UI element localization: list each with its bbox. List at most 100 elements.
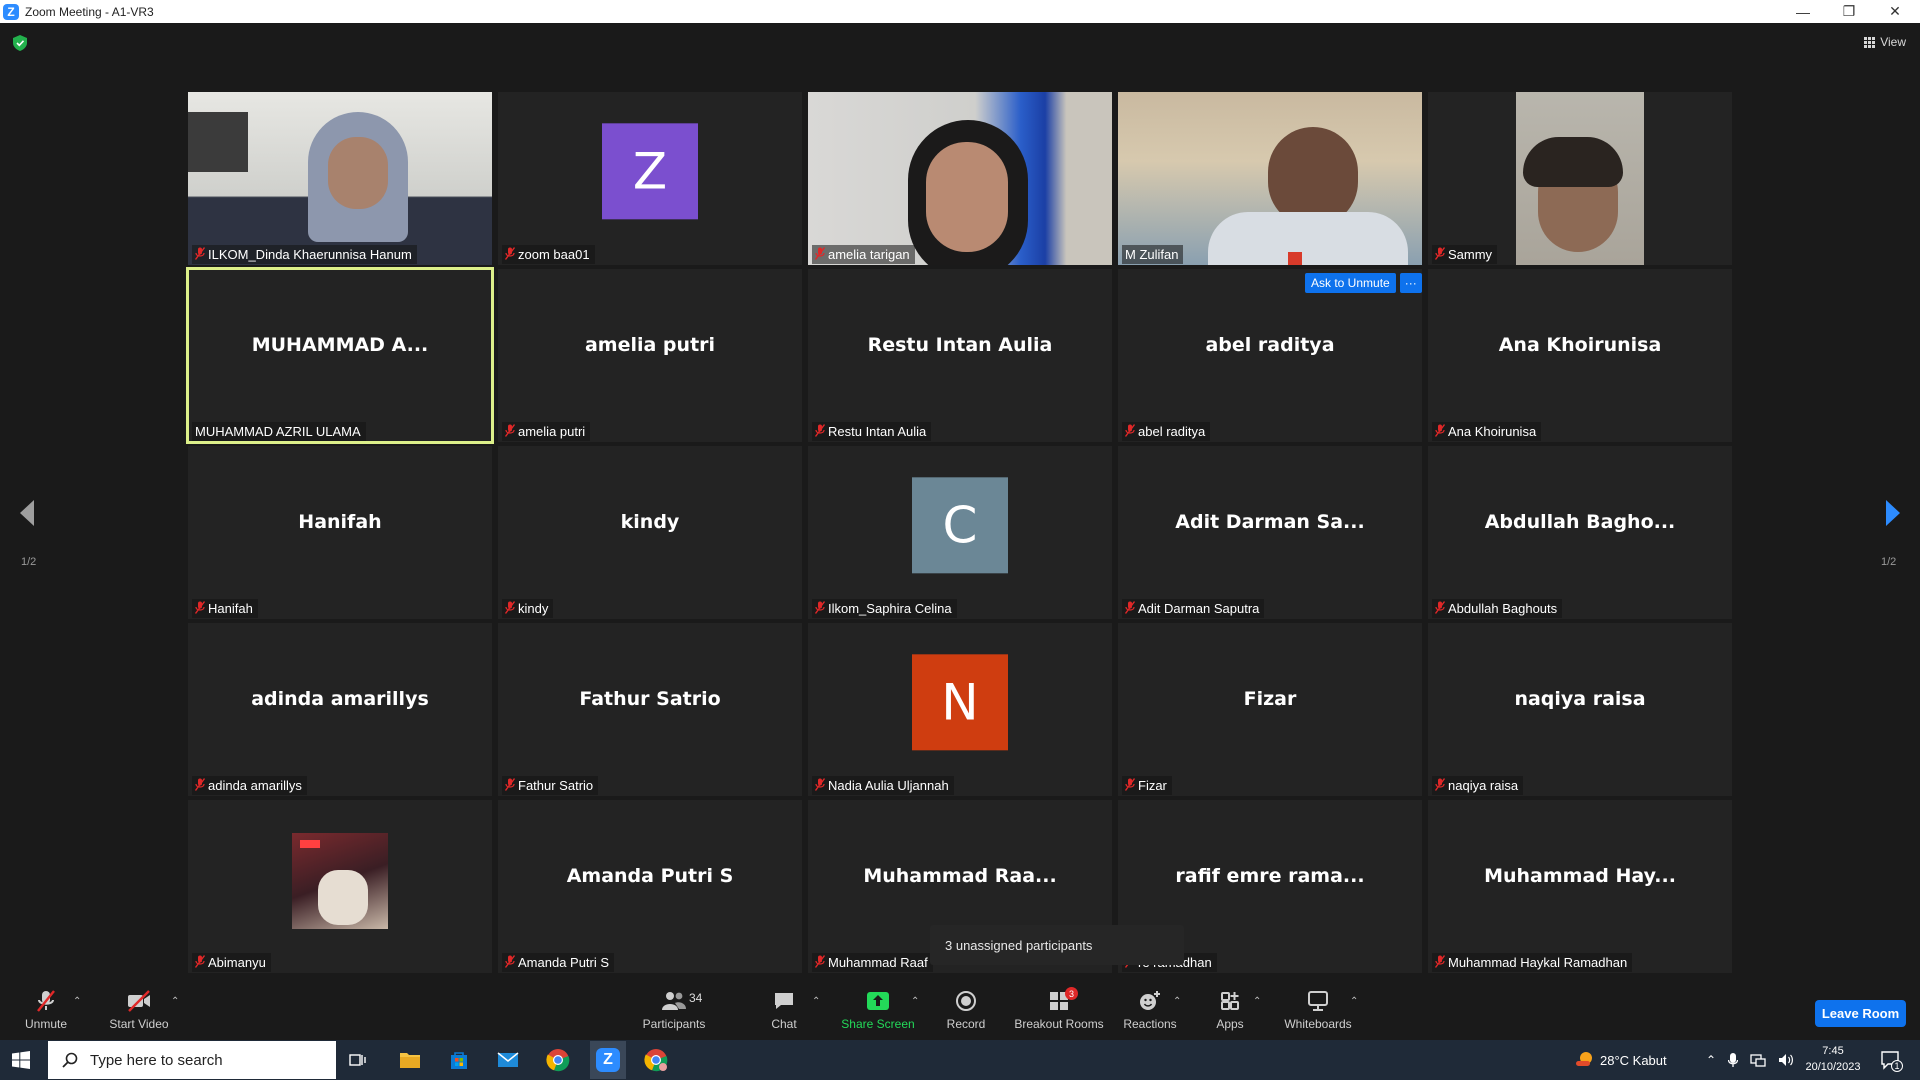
participant-tile[interactable]: Abimanyu [188, 800, 492, 973]
chrome-profile-icon[interactable] [642, 1046, 670, 1074]
more-options-button[interactable]: ··· [1399, 273, 1422, 293]
close-button[interactable]: ✕ [1872, 0, 1918, 23]
participant-tile[interactable]: Adit Darman Sa... Adit Darman Saputra [1118, 446, 1422, 619]
participant-tile[interactable]: Sammy [1428, 92, 1732, 265]
participant-name-label: Restu Intan Aulia [812, 422, 932, 441]
weather-text: 28°C Kabut [1600, 1052, 1667, 1068]
participant-tile[interactable]: Abdullah Bagho... Abdullah Baghouts [1428, 446, 1732, 619]
participant-display-name: Muhammad Hay... [1484, 864, 1676, 887]
participant-tile[interactable]: naqiya raisa naqiya raisa [1428, 623, 1732, 796]
weather-widget[interactable]: 28°C Kabut [1574, 1040, 1667, 1080]
record-button[interactable]: Record [944, 980, 988, 1040]
participant-name: Sammy [1448, 247, 1493, 262]
participant-display-name: naqiya raisa [1514, 687, 1646, 710]
encryption-shield-icon[interactable] [13, 35, 27, 51]
mic-muted-icon [1125, 423, 1135, 440]
mail-icon[interactable] [494, 1046, 522, 1074]
next-page-icon[interactable] [1882, 498, 1902, 528]
participant-name: adinda amarillys [208, 778, 302, 793]
view-label: View [1880, 35, 1906, 49]
participants-label: Participants [642, 1017, 706, 1031]
unmute-button[interactable]: Unmute [18, 980, 74, 1040]
audio-options-caret[interactable]: ⌃ [73, 996, 81, 1007]
participant-tile[interactable]: ILKOM_Dinda Khaerunnisa Hanum [188, 92, 492, 265]
participant-tile[interactable]: Ana Khoirunisa Ana Khoirunisa [1428, 269, 1732, 442]
file-explorer-icon[interactable] [396, 1046, 424, 1074]
participant-tile[interactable]: amelia tarigan [808, 92, 1112, 265]
participant-tile[interactable]: adinda amarillys adinda amarillys [188, 623, 492, 796]
ask-to-unmute-button[interactable]: Ask to Unmute [1305, 273, 1396, 293]
reactions-button[interactable]: Reactions [1120, 980, 1180, 1040]
whiteboards-options-caret[interactable]: ⌃ [1350, 996, 1358, 1007]
participant-tile[interactable]: Muhammad Hay... Muhammad Haykal Ramadhan [1428, 800, 1732, 973]
participant-name-label: Abimanyu [192, 953, 271, 972]
share-screen-button[interactable]: Share Screen [838, 980, 918, 1040]
whiteboard-icon [1305, 989, 1331, 1013]
mic-muted-icon [33, 989, 59, 1013]
participant-name-label: Ilkom_Saphira Celina [812, 599, 957, 618]
participant-name: Abdullah Baghouts [1448, 601, 1558, 616]
participant-tile[interactable]: C Ilkom_Saphira Celina [808, 446, 1112, 619]
start-video-button[interactable]: Start Video [104, 980, 174, 1040]
previous-page-icon[interactable] [18, 498, 38, 528]
participant-tile[interactable]: Zzoom baa01 [498, 92, 802, 265]
chat-button[interactable]: Chat [764, 980, 804, 1040]
view-button[interactable]: View [1864, 35, 1906, 49]
participant-tile[interactable]: abel raditya abel raditya [1118, 269, 1422, 442]
taskbar-search[interactable]: Type here to search [48, 1041, 336, 1079]
participants-button[interactable]: 34 Participants [635, 980, 713, 1040]
participant-tile[interactable]: M Zulifan [1118, 92, 1422, 265]
participant-display-name: Fathur Satrio [579, 687, 721, 710]
mic-muted-icon [815, 246, 825, 263]
participant-tile[interactable]: amelia putri amelia putri [498, 269, 802, 442]
participant-display-name: adinda amarillys [251, 687, 429, 710]
share-options-caret[interactable]: ⌃ [911, 996, 919, 1007]
participant-tile[interactable]: Amanda Putri S Amanda Putri S [498, 800, 802, 973]
participant-name: amelia putri [518, 424, 586, 439]
network-icon[interactable] [1750, 1053, 1766, 1067]
participant-tile[interactable]: MUHAMMAD A... MUHAMMAD AZRIL ULAMA [186, 267, 494, 444]
windows-taskbar: Type here to search Z 28°C Kabut ⌃ 7:45 … [0, 1040, 1920, 1080]
restore-button[interactable]: ❐ [1826, 0, 1872, 23]
participant-tile[interactable]: kindy kindy [498, 446, 802, 619]
participant-name-label: MUHAMMAD AZRIL ULAMA [192, 422, 366, 441]
reactions-options-caret[interactable]: ⌃ [1173, 996, 1181, 1007]
volume-icon[interactable] [1778, 1053, 1794, 1067]
microphone-icon[interactable] [1728, 1052, 1739, 1068]
participant-tile[interactable]: Fathur Satrio Fathur Satrio [498, 623, 802, 796]
participant-name-label: Adit Darman Saputra [1122, 599, 1265, 618]
video-off-icon [126, 989, 152, 1013]
participant-name: kindy [518, 601, 549, 616]
mic-muted-icon [1435, 423, 1445, 440]
mic-muted-icon [505, 600, 515, 617]
minimize-button[interactable]: — [1780, 0, 1826, 23]
mic-muted-icon [1435, 777, 1445, 794]
notification-center-icon[interactable]: 1 [1876, 1046, 1904, 1074]
leave-room-button[interactable]: Leave Room [1815, 1000, 1906, 1027]
show-hidden-icons[interactable]: ⌃ [1706, 1053, 1716, 1067]
chat-options-caret[interactable]: ⌃ [812, 996, 820, 1007]
apps-button[interactable]: Apps [1210, 980, 1250, 1040]
apps-options-caret[interactable]: ⌃ [1253, 996, 1261, 1007]
participant-tile[interactable]: N Nadia Aulia Uljannah [808, 623, 1112, 796]
whiteboards-label: Whiteboards [1284, 1017, 1352, 1031]
mic-muted-icon [815, 600, 825, 617]
video-options-caret[interactable]: ⌃ [171, 996, 179, 1007]
participant-name-label: abel raditya [1122, 422, 1211, 441]
mic-muted-icon [505, 423, 515, 440]
breakout-rooms-button[interactable]: 3 Breakout Rooms [1012, 980, 1106, 1040]
taskbar-clock[interactable]: 7:45 20/10/2023 [1798, 1043, 1868, 1075]
task-view-icon[interactable] [344, 1046, 372, 1074]
participant-display-name: Adit Darman Sa... [1175, 510, 1365, 533]
microsoft-store-icon[interactable] [445, 1046, 473, 1074]
zoom-logo-icon: Z [3, 3, 19, 20]
chrome-icon[interactable] [544, 1046, 572, 1074]
window-title: Zoom Meeting - A1-VR3 [25, 4, 154, 19]
zoom-taskbar-icon[interactable]: Z [590, 1041, 626, 1079]
whiteboards-button[interactable]: Whiteboards [1280, 980, 1356, 1040]
participant-tile[interactable]: Restu Intan Aulia Restu Intan Aulia [808, 269, 1112, 442]
participant-tile[interactable]: Fizar Fizar [1118, 623, 1422, 796]
participant-tile[interactable]: Hanifah Hanifah [188, 446, 492, 619]
windows-start-icon[interactable] [12, 1051, 30, 1069]
participant-name: abel raditya [1138, 424, 1206, 439]
